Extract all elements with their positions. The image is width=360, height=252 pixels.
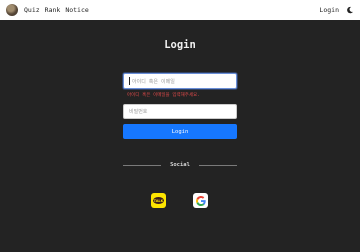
nav-link-quiz[interactable]: Quiz [24, 6, 40, 14]
id-error-message: 아이디 혹은 이메일을 입력해주세요. [127, 93, 200, 98]
moon-icon[interactable] [346, 6, 354, 14]
password-input[interactable]: 비밀번호 [123, 104, 237, 119]
google-login-button[interactable] [193, 193, 208, 208]
kakao-icon: TALK [153, 197, 164, 204]
nav-login-link[interactable]: Login [319, 6, 339, 14]
divider-right [199, 165, 237, 166]
text-caret [129, 77, 130, 85]
page-title: Login [164, 39, 196, 51]
login-button[interactable]: Login [123, 124, 237, 139]
kakao-login-button[interactable]: TALK [151, 193, 166, 208]
id-input[interactable]: 아이디 혹은 이메일 [123, 73, 237, 89]
password-placeholder: 비밀번호 [129, 109, 148, 115]
social-label: Social [170, 162, 190, 168]
id-placeholder: 아이디 혹은 이메일 [132, 78, 175, 85]
avatar-logo-icon[interactable] [6, 4, 18, 16]
nav-link-notice[interactable]: Notice [65, 6, 88, 14]
google-icon [195, 195, 206, 206]
navbar: Quiz Rank Notice Login [0, 0, 360, 20]
nav-link-rank[interactable]: Rank [45, 6, 61, 14]
